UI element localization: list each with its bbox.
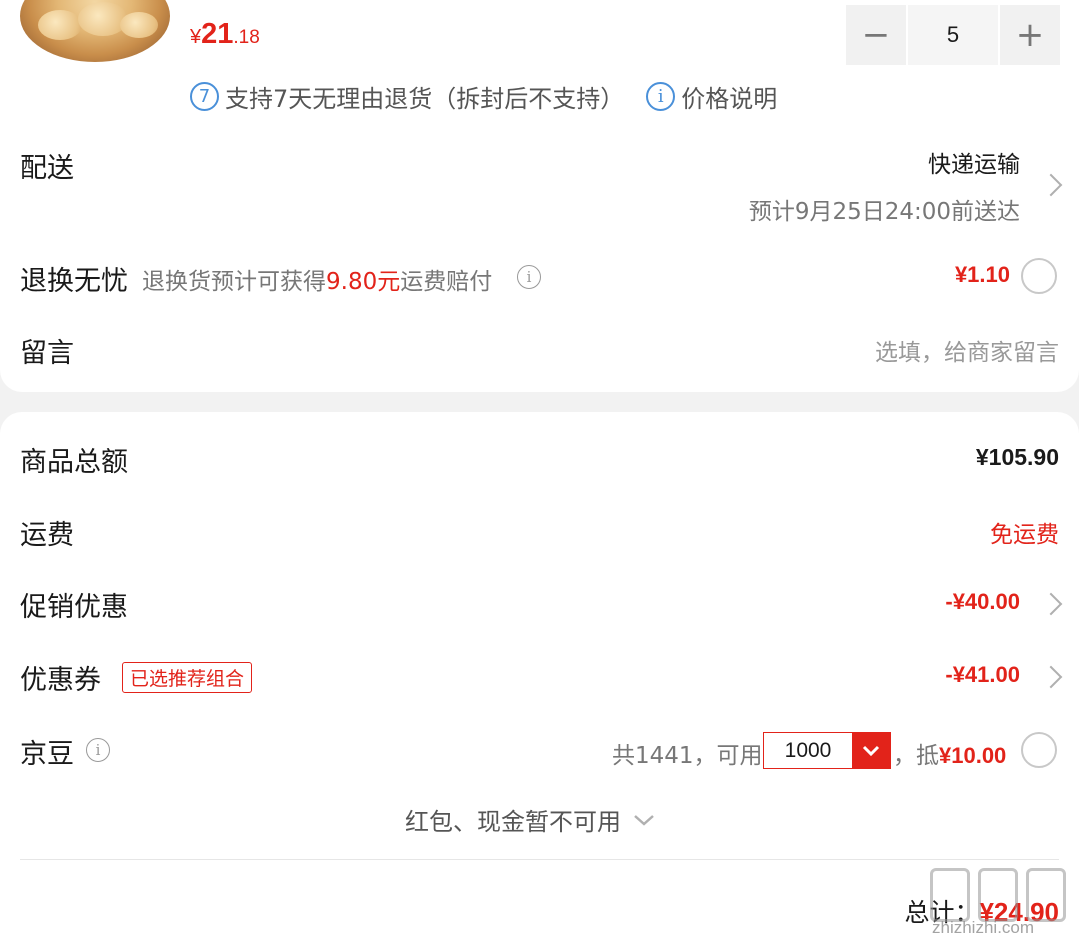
quantity-value[interactable]: 5	[908, 5, 998, 65]
delivery-label: 配送	[20, 153, 74, 184]
worry-free-description: 退换货预计可获得9.80元运费赔付	[142, 269, 493, 295]
coupon-value[interactable]: -¥41.00	[945, 662, 1020, 688]
unavailable-label: 红包、现金暂不可用	[405, 808, 621, 836]
info-icon[interactable]: i	[517, 265, 541, 289]
coupon-label: 优惠券	[20, 665, 101, 696]
watermark-text: zhizhizhi.com	[932, 918, 1035, 937]
order-item-card: ¥21.18 − 5 + 7 支持7天无理由退货（拆封后不支持） i 价格说明 …	[0, 0, 1079, 392]
info-icon[interactable]: i	[86, 738, 110, 762]
jd-beans-deduction: ，抵¥10.00	[893, 743, 1007, 769]
promo-label: 促销优惠	[20, 592, 128, 623]
delivery-method[interactable]: 快递运输	[928, 145, 1020, 179]
watermark-logo	[930, 866, 1070, 924]
return-policy-text[interactable]: 支持7天无理由退货（拆封后不支持）	[225, 79, 624, 114]
worry-free-label: 退换无忧	[20, 266, 128, 297]
jd-beans-label: 京豆	[20, 739, 74, 770]
price-info-link[interactable]: i 价格说明	[646, 79, 777, 114]
quantity-stepper: − 5 +	[846, 5, 1060, 65]
unit-price: ¥21.18	[190, 18, 260, 50]
promo-value[interactable]: -¥40.00	[945, 589, 1020, 615]
unavailable-toggle[interactable]: 红包、现金暂不可用	[405, 802, 655, 837]
coupon-recommended-tag: 已选推荐组合	[122, 662, 253, 693]
chevron-down-icon	[634, 814, 654, 826]
return-7day-icon: 7	[190, 82, 219, 111]
increase-quantity-button[interactable]: +	[1000, 5, 1060, 65]
decrease-quantity-button[interactable]: −	[846, 5, 906, 65]
jd-beans-select-value: 1000	[784, 738, 832, 762]
message-label: 留言	[20, 338, 74, 369]
delivery-eta: 预计9月25日24:00前送达	[748, 199, 1020, 225]
goods-total-label: 商品总额	[20, 447, 128, 478]
product-thumbnail[interactable]	[20, 0, 170, 62]
chevron-right-icon[interactable]	[1039, 173, 1063, 197]
jd-beans-select[interactable]: 1000	[763, 732, 891, 769]
service-policy-row: 7 支持7天无理由退货（拆封后不支持） i 价格说明	[190, 79, 777, 114]
goods-total-value: ¥105.90	[975, 444, 1059, 470]
price-info-label: 价格说明	[681, 85, 778, 113]
worry-free-price: ¥1.10	[954, 262, 1010, 287]
info-icon: i	[646, 82, 676, 111]
jd-beans-available: 共1441，可用	[612, 743, 763, 769]
worry-free-radio[interactable]	[1021, 258, 1057, 294]
shipping-label: 运费	[20, 520, 74, 551]
divider	[20, 859, 1059, 860]
jd-beans-radio[interactable]	[1021, 732, 1057, 768]
shipping-value: 免运费	[990, 522, 1059, 548]
message-input[interactable]: 选填，给商家留言	[875, 333, 1059, 367]
chevron-down-icon[interactable]	[852, 733, 890, 768]
